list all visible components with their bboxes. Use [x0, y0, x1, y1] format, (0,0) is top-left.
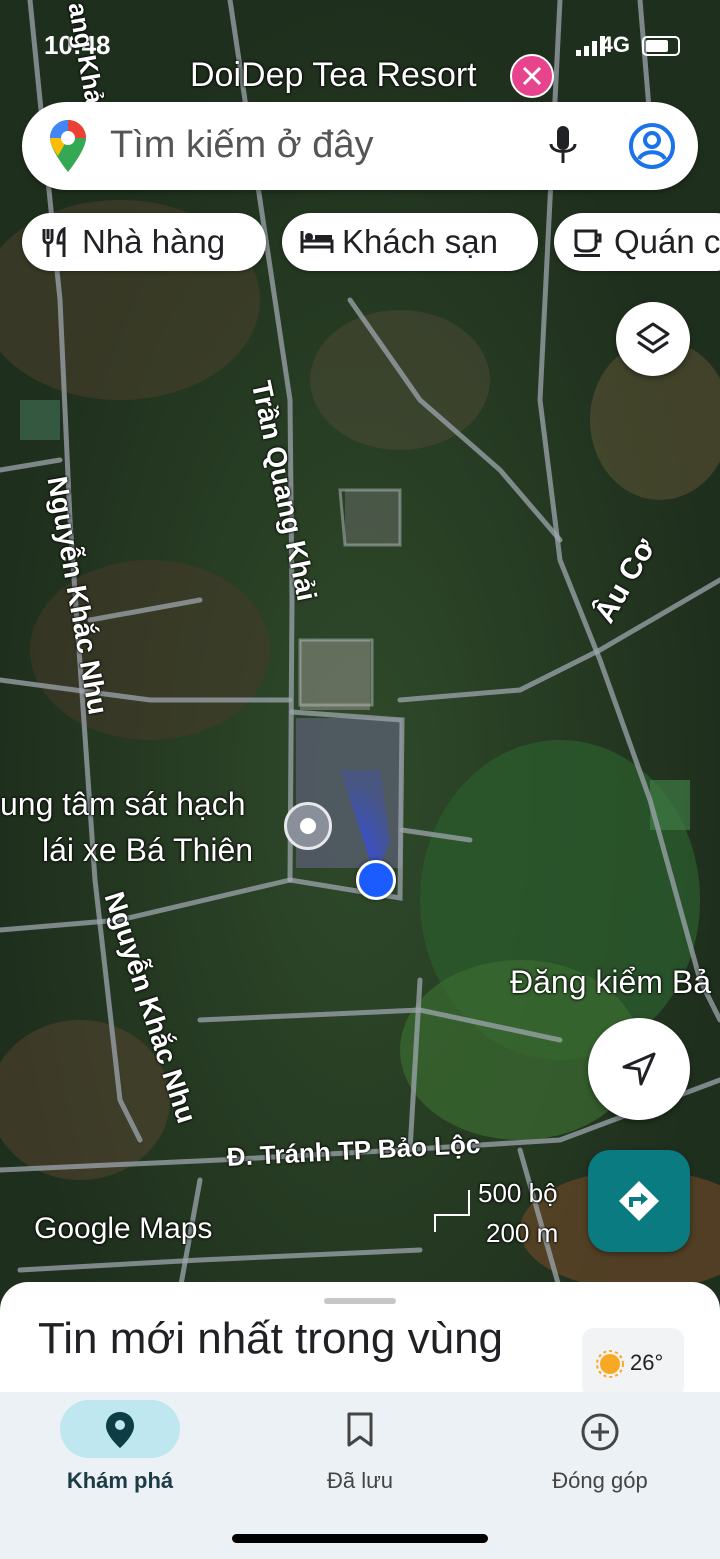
- temperature: 26°: [630, 1350, 664, 1375]
- chip-label: Nhà hàng: [82, 223, 226, 260]
- nav-saved[interactable]: Đã lưu: [240, 1392, 480, 1512]
- nav-explore[interactable]: Khám phá: [0, 1392, 240, 1512]
- add-circle-icon: [581, 1413, 619, 1451]
- hotel-icon: [300, 231, 334, 253]
- nav-label: Đã lưu: [326, 1468, 394, 1493]
- label-dang-kiem[interactable]: Đăng kiểm Bả: [510, 964, 711, 1001]
- chip-label: Khách sạn: [342, 223, 498, 260]
- sheet-headline: Tin mới nhất trong vùng: [38, 1314, 504, 1363]
- home-indicator[interactable]: [232, 1534, 488, 1543]
- microphone-icon[interactable]: [548, 126, 578, 168]
- navigation-arrow-icon: [622, 1052, 656, 1086]
- sheet-drag-handle[interactable]: [324, 1298, 396, 1304]
- restaurant-icon: [42, 227, 66, 257]
- resort-pin-icon[interactable]: [510, 54, 554, 98]
- label-place-line2[interactable]: lái xe Bá Thiên: [42, 832, 253, 869]
- google-maps-logo: Google Maps: [34, 1212, 213, 1245]
- search-input[interactable]: Tìm kiếm ở đây: [110, 124, 374, 167]
- explore-pin-icon: [106, 1412, 134, 1448]
- scale-bar: 500 bộ 200 m: [434, 1178, 576, 1250]
- layers-button[interactable]: [616, 302, 690, 376]
- battery-icon: [642, 36, 680, 56]
- scale-imperial: 500 bộ: [478, 1178, 558, 1208]
- account-avatar-icon[interactable]: [628, 122, 676, 170]
- weather-chip[interactable]: 26°: [582, 1328, 684, 1398]
- chip-label: Quán c: [614, 223, 720, 260]
- nav-label: Khám phá: [66, 1468, 174, 1493]
- nav-label: Đóng góp: [552, 1468, 648, 1493]
- chip-hotels[interactable]: Khách sạn: [282, 213, 538, 271]
- sun-icon: [596, 1350, 624, 1378]
- place-pin-icon[interactable]: [284, 802, 332, 850]
- label-place-line1[interactable]: ung tâm sát hạch: [0, 786, 245, 823]
- label-resort[interactable]: DoiDep Tea Resort: [190, 56, 477, 95]
- bookmark-icon: [347, 1412, 373, 1447]
- coffee-icon: [574, 229, 602, 257]
- chip-cafes[interactable]: Quán c: [554, 213, 720, 271]
- my-location-button[interactable]: [588, 1018, 690, 1120]
- directions-icon: [619, 1181, 659, 1221]
- chip-restaurants[interactable]: Nhà hàng: [22, 213, 266, 271]
- nav-contribute[interactable]: Đóng góp: [480, 1392, 720, 1512]
- network-type: 4G: [600, 32, 630, 57]
- directions-button[interactable]: [588, 1150, 690, 1252]
- google-maps-pin-icon: [50, 120, 86, 172]
- scale-metric: 200 m: [486, 1218, 559, 1248]
- layers-icon: [636, 322, 670, 354]
- search-bar[interactable]: Tìm kiếm ở đây: [22, 102, 698, 190]
- current-location-dot: [356, 860, 396, 900]
